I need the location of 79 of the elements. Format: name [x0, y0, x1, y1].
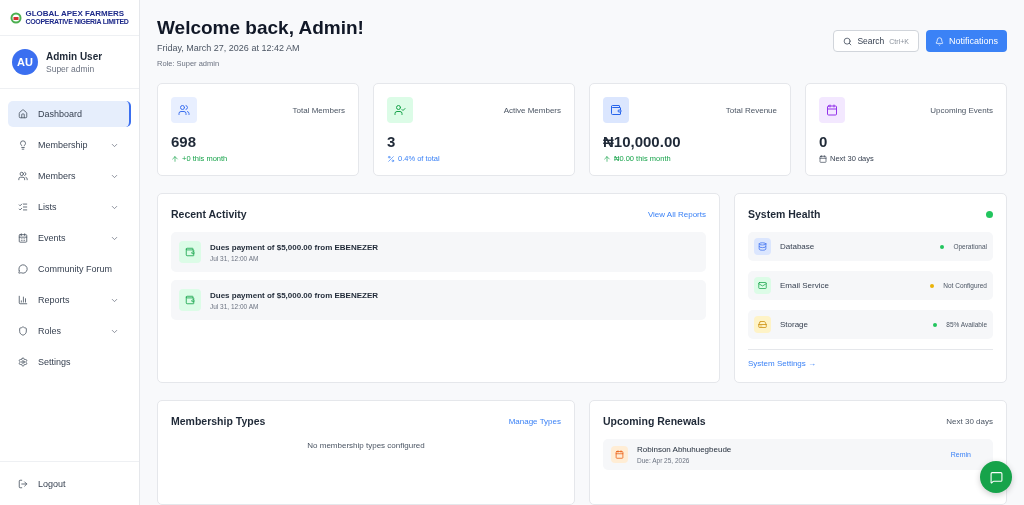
activity-text: Dues payment of $5,000.00 from EBENEZER	[210, 242, 379, 252]
logout-icon	[18, 478, 28, 489]
stat-label: Active Members	[503, 105, 561, 115]
view-all-reports-link[interactable]: View All Reports	[647, 209, 706, 219]
home-icon	[18, 109, 28, 119]
service-name: Database	[780, 242, 816, 251]
calendar-icon	[819, 97, 845, 123]
mail-icon	[754, 277, 771, 294]
card-title: System Health	[748, 208, 821, 220]
wallet-icon	[179, 241, 201, 263]
stat-label: Upcoming Events	[930, 105, 993, 115]
sidebar-item-label: Dashboard	[38, 109, 84, 119]
sidebar-item-label: Roles	[38, 326, 62, 336]
sidebar-item[interactable]: Events	[8, 225, 131, 251]
drive-icon	[754, 316, 771, 333]
list-icon	[18, 202, 28, 212]
database-icon	[754, 238, 771, 255]
chat-icon	[989, 470, 1003, 484]
chat-bubble-icon	[18, 264, 28, 274]
lightbulb-icon	[18, 140, 28, 150]
stat-value: 3	[387, 133, 397, 150]
manage-types-link[interactable]: Manage Types	[508, 416, 561, 426]
stat-label: Total Revenue	[725, 105, 777, 115]
sidebar-item[interactable]: Community Forum	[8, 256, 131, 282]
wallet-icon	[603, 97, 629, 123]
search-icon	[843, 36, 853, 46]
sidebar-item[interactable]: Reports	[8, 287, 131, 313]
calendar-icon	[819, 154, 827, 163]
sidebar-item[interactable]: Members	[8, 163, 131, 189]
gear-icon	[18, 357, 28, 367]
calendar-icon	[18, 233, 28, 243]
range-text: Next 30 days	[946, 416, 993, 426]
bell-icon	[934, 36, 944, 46]
card-title: Membership Types	[171, 415, 266, 427]
logo-title: GLOBAL APEX FARMERS	[25, 9, 126, 18]
users-icon	[18, 171, 28, 181]
sidebar-item-label: Reports	[38, 295, 71, 305]
sidebar-item-label: Community Forum	[38, 264, 113, 274]
sidebar-item-label: Members	[38, 171, 77, 181]
users-icon	[171, 97, 197, 123]
percent-icon	[387, 154, 395, 163]
service-name: Storage	[780, 320, 810, 329]
stat-label: Total Members	[292, 105, 345, 115]
search-label: Search	[857, 36, 885, 46]
user-role: Super admin	[46, 63, 96, 74]
user-check-icon	[387, 97, 413, 123]
activity-text: Dues payment of $5,000.00 from EBENEZER	[210, 290, 379, 300]
renewal-name: Robinson Abhuhuegbeude	[637, 445, 733, 454]
wallet-icon	[179, 289, 201, 311]
user-name: Admin User	[46, 50, 103, 62]
card-title: Upcoming Renewals	[603, 415, 706, 427]
stat-value: 0	[819, 133, 829, 150]
date-text: Friday, March 27, 2026 at 12:42 AM	[157, 43, 301, 53]
system-settings-link[interactable]: System Settings →	[748, 359, 993, 368]
page-title: Welcome back, Admin!	[157, 17, 364, 39]
sidebar-item[interactable]: Membership	[8, 132, 131, 158]
sidebar-item-label: Events	[38, 233, 67, 243]
notifications-button[interactable]: Notifications	[925, 30, 1007, 52]
sidebar-item[interactable]: Settings	[8, 349, 131, 375]
sidebar-item-label: Lists	[38, 202, 58, 212]
empty-message: No membership types configured	[306, 441, 426, 450]
sidebar-item-label: Settings	[38, 357, 72, 367]
card-title: Recent Activity	[171, 208, 247, 220]
logout-item[interactable]: Logout	[0, 461, 139, 505]
stat-value: ₦10,000.00	[603, 133, 682, 150]
logo-emblem-icon	[10, 11, 23, 24]
shield-icon	[18, 326, 28, 336]
stat-value: 698	[171, 133, 198, 150]
sidebar-item[interactable]: Lists	[8, 194, 131, 220]
sidebar-item[interactable]: Dashboard	[8, 101, 131, 127]
sidebar-item-label: Membership	[38, 140, 89, 150]
user-avatar: AU	[12, 49, 38, 75]
calendar-icon	[611, 446, 628, 463]
bar-chart-icon	[18, 295, 28, 305]
logout-label: Logout	[38, 478, 66, 489]
arrow-up-icon	[603, 154, 611, 163]
sidebar-item[interactable]: Roles	[8, 318, 131, 344]
service-name: Email Service	[780, 281, 830, 290]
arrow-up-icon	[171, 154, 179, 163]
